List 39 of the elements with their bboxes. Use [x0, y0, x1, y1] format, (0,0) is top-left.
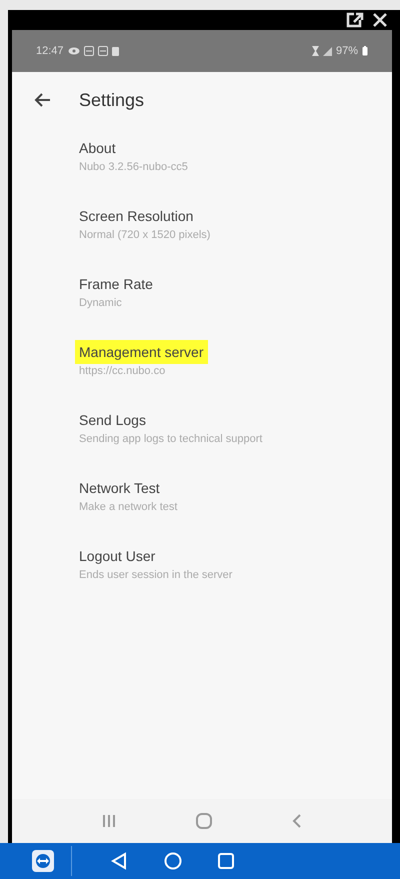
page-title: Settings: [79, 88, 144, 112]
item-title: Management server: [75, 340, 208, 364]
item-subtitle: https://cc.nubo.co: [79, 364, 166, 378]
signal-icon: [322, 46, 332, 56]
app-logo-icon[interactable]: [32, 850, 54, 872]
item-title: Screen Resolution: [79, 207, 194, 226]
battery-icon: [362, 46, 368, 56]
item-title: Send Logs: [79, 411, 146, 430]
back-arrow-icon: [34, 93, 50, 107]
item-subtitle: Normal (720 x 1520 pixels): [79, 228, 210, 242]
item-title: Network Test: [79, 479, 160, 498]
status-time: 12:47: [36, 44, 64, 59]
home-icon[interactable]: [196, 813, 212, 829]
hourglass-icon: [312, 46, 319, 56]
recents-icon[interactable]: [102, 815, 116, 827]
item-subtitle: Ends user session in the server: [79, 568, 232, 582]
item-subtitle: Nubo 3.2.56-nubo-cc5: [79, 160, 188, 174]
notification-icon: [84, 46, 94, 56]
item-title: Frame Rate: [79, 275, 153, 294]
settings-item[interactable]: Send Logs Sending app logs to technical support: [12, 408, 392, 476]
settings-item[interactable]: Network Test Make a network test: [12, 476, 392, 544]
item-subtitle: Make a network test: [79, 500, 178, 514]
item-title: About: [79, 139, 116, 158]
file-icon: [112, 46, 119, 56]
back-icon[interactable]: [110, 852, 128, 870]
notification-icon: [98, 46, 108, 56]
settings-item[interactable]: Frame Rate Dynamic: [12, 272, 392, 340]
battery-percent: 97%: [336, 44, 358, 59]
settings-item[interactable]: About Nubo 3.2.56-nubo-cc5: [12, 136, 392, 204]
eye-icon: [68, 47, 80, 55]
settings-item[interactable]: Management server https://cc.nubo.co: [12, 340, 392, 408]
back-icon[interactable]: [292, 814, 302, 828]
item-title: Logout User: [79, 547, 156, 566]
settings-item[interactable]: Logout User Ends user session in the server: [12, 544, 392, 612]
settings-item[interactable]: Screen Resolution Normal (720 x 1520 pixels): [12, 204, 392, 272]
external-window-icon[interactable]: [346, 12, 364, 28]
item-subtitle: Dynamic: [79, 296, 122, 310]
close-icon[interactable]: [372, 12, 388, 28]
item-subtitle: Sending app logs to technical support: [79, 432, 262, 446]
